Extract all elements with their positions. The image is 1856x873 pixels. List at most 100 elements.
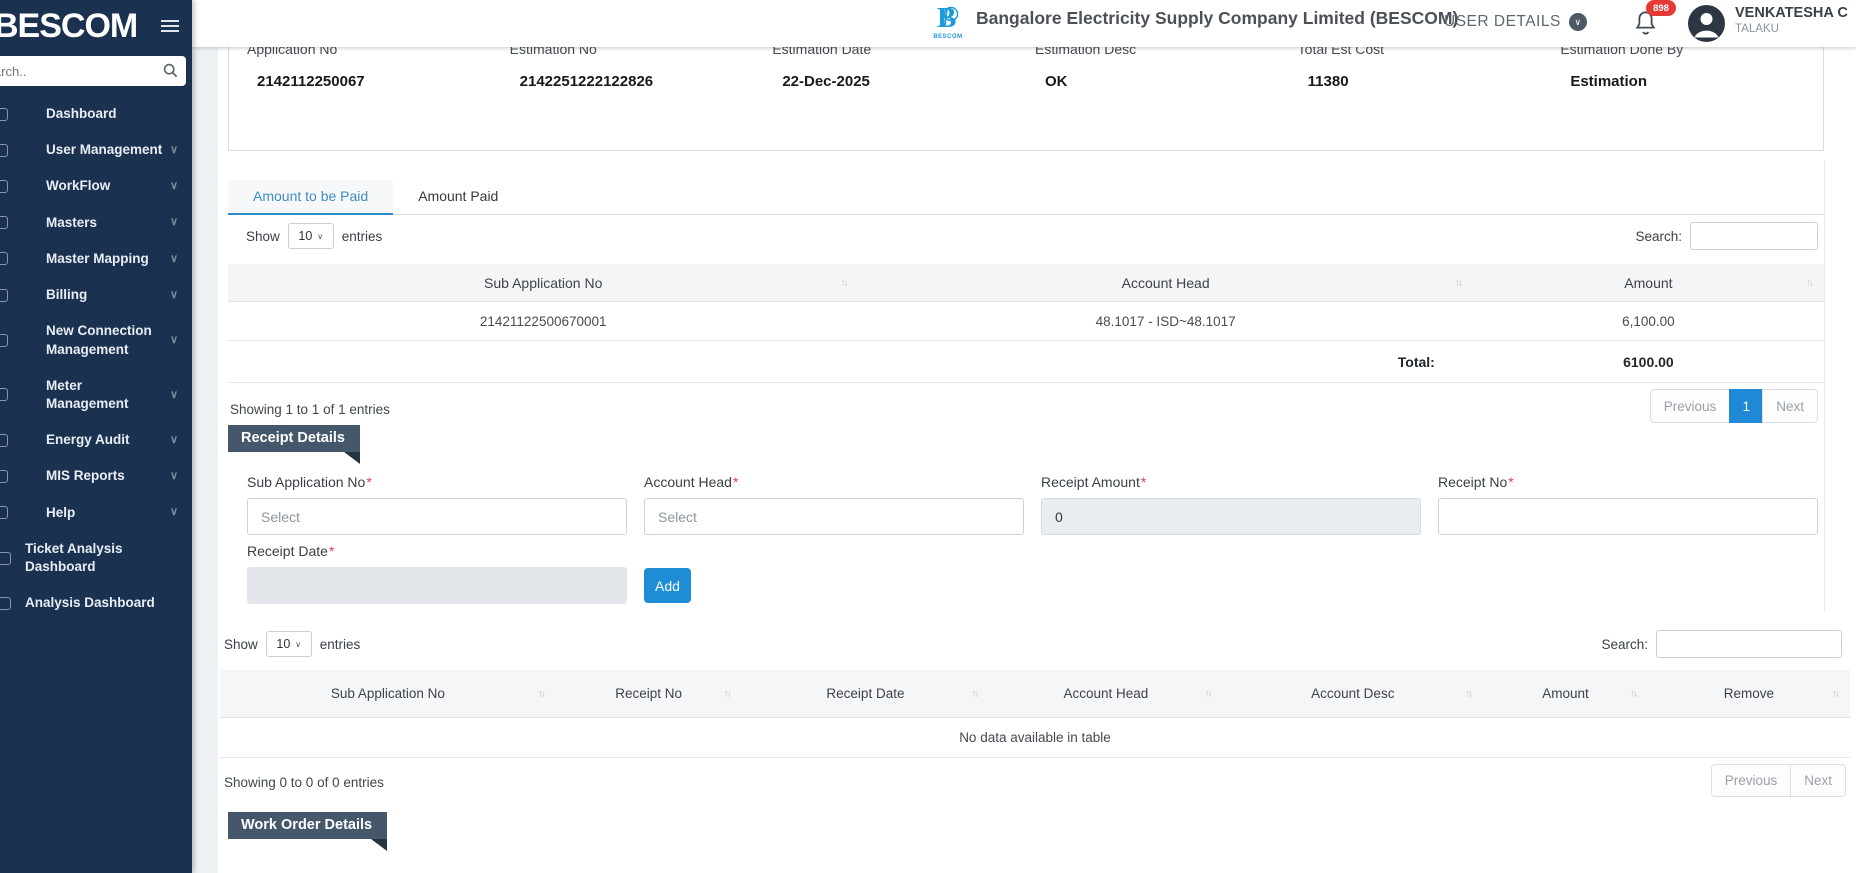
master-mapping-icon	[0, 252, 8, 265]
sidebar-item-workflow[interactable]: WorkFlow ∨	[0, 168, 192, 204]
search-control: Search:	[1635, 222, 1818, 250]
column-header-account-desc[interactable]: Account Desc↑↓	[1222, 686, 1483, 701]
user-unit: TALAKU	[1735, 23, 1848, 35]
column-header-receipt-date[interactable]: Receipt Date↑↓	[742, 686, 990, 701]
sort-icon: ↑↓	[1832, 688, 1838, 699]
sidebar-item-analysis-dashboard[interactable]: Analysis Dashboard	[0, 585, 192, 621]
hamburger-menu-icon[interactable]	[161, 17, 179, 35]
main-content: Application No 2142112250067 Estimation …	[218, 0, 1856, 873]
chevron-down-icon: ∨	[170, 388, 178, 403]
page-size-control: Show 10 ∨ entries	[246, 223, 382, 249]
sidebar: BESCOM Dashboard User Management ∨ WorkF…	[0, 0, 192, 873]
chevron-down-icon: ∨	[170, 215, 178, 230]
receipt-table-pagination: Previous Next	[1711, 764, 1846, 797]
sidebar-item-energy-audit[interactable]: Energy Audit ∨	[0, 422, 192, 458]
masters-icon	[0, 216, 8, 229]
chevron-down-icon: ∨	[170, 433, 178, 448]
sidebar-item-new-connection-management[interactable]: New Connection Management ∨	[0, 313, 192, 367]
column-header-sub-application-no[interactable]: Sub Application No↑↓	[220, 686, 556, 701]
billing-icon	[0, 289, 8, 302]
account-head-select[interactable]: Select	[644, 498, 1024, 535]
sidebar-item-master-mapping[interactable]: Master Mapping ∨	[0, 241, 192, 277]
notification-count-badge: 898	[1646, 0, 1676, 16]
column-header-account-head[interactable]: Account Head↑↓	[989, 686, 1222, 701]
page-size-select[interactable]: 10 ∨	[288, 223, 334, 249]
avatar[interactable]	[1688, 5, 1725, 47]
add-button[interactable]: Add	[644, 568, 691, 603]
page-title: Bangalore Electricity Supply Company Lim…	[976, 8, 1458, 29]
field-receipt-amount: Receipt Amount*	[1041, 474, 1421, 535]
field-receipt-date: Receipt Date*	[247, 543, 627, 604]
sort-icon: ↑↓	[1204, 688, 1210, 699]
tab-amount-paid[interactable]: Amount Paid	[393, 180, 523, 214]
sidebar-item-billing[interactable]: Billing ∨	[0, 277, 192, 313]
sidebar-search	[0, 56, 186, 86]
sidebar-logo: BESCOM	[0, 0, 192, 52]
amount-table-summary: Showing 1 to 1 of 1 entries	[230, 402, 390, 417]
field-receipt-no: Receipt No*	[1438, 474, 1818, 535]
bescom-logo-caption: BESCOM	[928, 34, 968, 40]
brand-logo-text: BESCOM	[0, 7, 137, 46]
field-account-head: Account Head* Select	[644, 474, 1024, 535]
tab-amount-to-be-paid[interactable]: Amount to be Paid	[228, 180, 393, 215]
top-header: B BESCOM Bangalore Electricity Supply Co…	[192, 0, 1856, 47]
receipt-table: Sub Application No↑↓ Receipt No↑↓ Receip…	[220, 670, 1850, 758]
sidebar-item-mis-reports[interactable]: MIS Reports ∨	[0, 458, 192, 494]
chevron-down-icon: ∨	[295, 640, 301, 649]
user-info: VENKATESHA C TALAKU	[1735, 5, 1848, 35]
sidebar-item-masters[interactable]: Masters ∨	[0, 205, 192, 241]
table-header-row: Sub Application No ↑↓ Account Head ↑↓ Am…	[228, 264, 1824, 302]
chevron-down-icon: ∨	[170, 333, 178, 348]
amount-table-search-input[interactable]	[1690, 222, 1818, 250]
estimation-field: Estimation No 2142251222122826	[510, 41, 773, 150]
estimation-field: Estimation Desc OK	[1035, 41, 1298, 150]
receipt-details-section: Receipt Details	[228, 425, 360, 452]
column-header-amount[interactable]: Amount ↑↓	[1473, 275, 1824, 291]
sidebar-item-dashboard[interactable]: Dashboard	[0, 96, 192, 132]
page-size-select[interactable]: 10 ∨	[266, 631, 312, 657]
receipt-no-input[interactable]	[1438, 498, 1818, 535]
chevron-down-icon: ∨	[170, 505, 178, 520]
sidebar-item-help[interactable]: Help ∨	[0, 495, 192, 531]
sub-application-no-select[interactable]: Select	[247, 498, 627, 535]
sidebar-item-user-management[interactable]: User Management ∨	[0, 132, 192, 168]
user-details-dropdown[interactable]: USER DETAILS ∨	[1444, 13, 1587, 31]
user-name: VENKATESHA C	[1735, 5, 1848, 21]
receipt-table-summary: Showing 0 to 0 of 0 entries	[224, 775, 384, 790]
required-mark: *	[1508, 474, 1513, 490]
column-header-sub-application-no[interactable]: Sub Application No ↑↓	[228, 275, 858, 291]
receipt-date-input	[247, 567, 627, 604]
receipt-form: Sub Application No* Select Account Head*…	[228, 474, 1824, 604]
sort-icon: ↑↓	[971, 688, 977, 699]
analysis-icon	[0, 597, 11, 610]
search-control: Search:	[1601, 630, 1842, 658]
page-1-button[interactable]: 1	[1729, 389, 1763, 423]
estimation-field: Application No 2142112250067	[247, 41, 510, 150]
sidebar-item-meter-management[interactable]: Meter Management ∨	[0, 368, 192, 422]
sort-icon: ↑↓	[538, 688, 544, 699]
sidebar-menu: Dashboard User Management ∨ WorkFlow ∨ M…	[0, 96, 192, 622]
users-icon	[0, 144, 8, 157]
next-page-button[interactable]: Next	[1790, 764, 1846, 797]
sidebar-item-ticket-analysis-dashboard[interactable]: Ticket Analysis Dashboard	[0, 531, 192, 585]
chevron-down-icon: ∨	[170, 179, 178, 194]
column-header-receipt-no[interactable]: Receipt No↑↓	[556, 686, 742, 701]
required-mark: *	[1141, 474, 1146, 490]
sidebar-search-input[interactable]	[0, 56, 186, 86]
amount-tabs: Amount to be Paid Amount Paid	[228, 180, 1824, 215]
bescom-logo: B BESCOM	[928, 2, 968, 40]
column-header-amount[interactable]: Amount↑↓	[1483, 686, 1648, 701]
receipt-table-search-input[interactable]	[1656, 630, 1842, 658]
previous-page-button[interactable]: Previous	[1650, 389, 1731, 423]
mis-reports-icon	[0, 470, 8, 483]
dashboard-icon	[0, 108, 8, 121]
next-page-button[interactable]: Next	[1762, 389, 1818, 423]
column-header-account-head[interactable]: Account Head ↑↓	[858, 275, 1472, 291]
help-icon	[0, 506, 8, 519]
work-order-details-ribbon: Work Order Details	[228, 812, 387, 839]
previous-page-button[interactable]: Previous	[1711, 764, 1792, 797]
chevron-down-icon: ∨	[170, 252, 178, 267]
amount-to-be-paid-table: Sub Application No ↑↓ Account Head ↑↓ Am…	[228, 264, 1824, 383]
receipt-table-controls: Show 10 ∨ entries Search:	[222, 630, 1850, 658]
column-header-remove[interactable]: Remove↑↓	[1648, 686, 1850, 701]
